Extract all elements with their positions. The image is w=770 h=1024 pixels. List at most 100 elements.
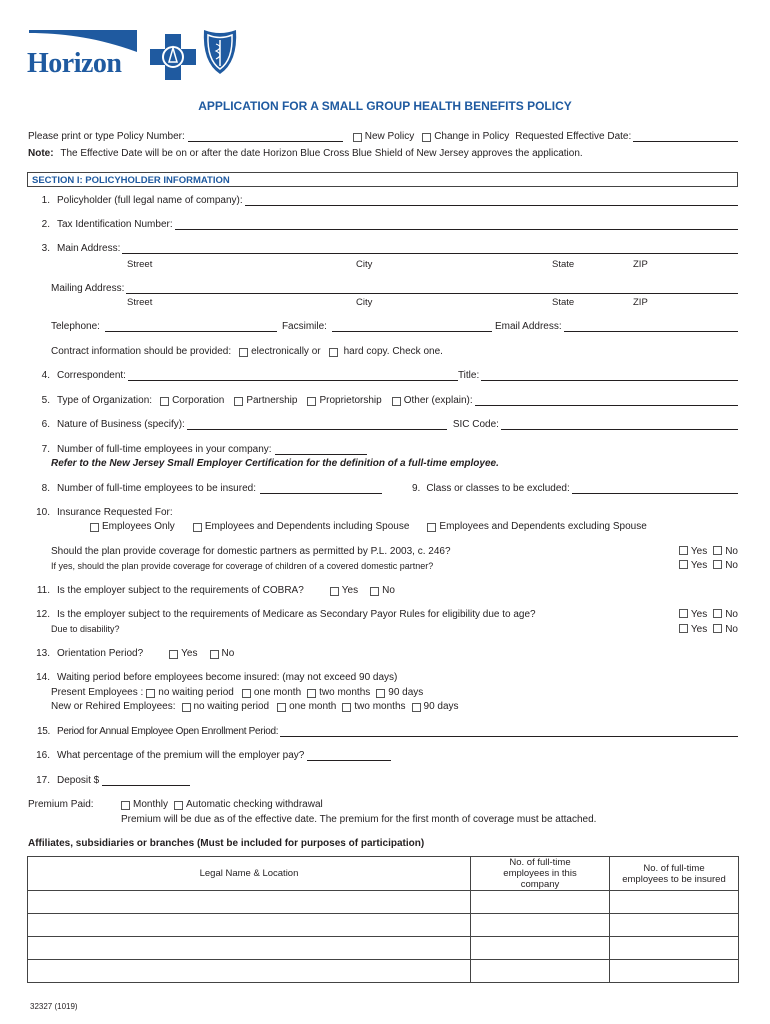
legal-name-cell[interactable] xyxy=(27,913,471,937)
new-label: New or Rehired Employees: xyxy=(51,701,176,712)
email-field[interactable] xyxy=(563,322,738,332)
sic-code-field[interactable] xyxy=(500,420,738,430)
dpc-no-checkbox[interactable] xyxy=(713,560,723,569)
dpc-yes-checkbox[interactable] xyxy=(678,560,688,569)
fax-field[interactable] xyxy=(331,322,492,332)
deposit-field[interactable] xyxy=(102,776,191,786)
title-field[interactable] xyxy=(481,371,738,381)
mailing-label: Mailing Address: xyxy=(51,283,125,294)
present-employees-row: Present Employees : no waiting period on… xyxy=(51,687,770,698)
affiliates-table: Legal Name & Location No. of full-time e… xyxy=(27,856,739,983)
policyholder-field[interactable] xyxy=(244,196,738,206)
telephone-label: Telephone: xyxy=(51,321,100,332)
telephone-field[interactable] xyxy=(104,322,277,332)
nature-business-field[interactable] xyxy=(186,420,447,430)
employees-insured-field[interactable] xyxy=(259,484,382,494)
employees-insured-cell[interactable] xyxy=(609,959,739,983)
premium-row: Premium Paid: Monthly Automatic checking… xyxy=(28,799,770,810)
present-90-days-checkbox[interactable] xyxy=(376,689,386,698)
option-label: 90 days xyxy=(423,701,459,712)
yes-label: Yes xyxy=(690,609,708,620)
employees-insured-cell[interactable] xyxy=(609,890,739,914)
correspondent-field[interactable] xyxy=(127,371,458,381)
note-line: Note: The Effective Date will be on or a… xyxy=(28,148,583,159)
table-row xyxy=(27,936,739,960)
new-policy-checkbox[interactable] xyxy=(352,133,362,142)
contract-label: Contract information should be provided: xyxy=(51,346,232,357)
present-none-checkbox[interactable] xyxy=(146,689,156,698)
cobra-yes-checkbox[interactable] xyxy=(329,587,339,596)
open-enrollment-field[interactable] xyxy=(280,727,738,737)
premium-note: Premium will be due as of the effective … xyxy=(121,814,597,825)
disability-no-checkbox[interactable] xyxy=(713,624,723,633)
new-two-months-checkbox[interactable] xyxy=(342,703,352,712)
disability-yes-checkbox[interactable] xyxy=(678,624,688,633)
age-no-checkbox[interactable] xyxy=(713,609,723,618)
employees-company-cell[interactable] xyxy=(470,890,610,914)
excluded-classes-field[interactable] xyxy=(571,484,738,494)
present-one-month-checkbox[interactable] xyxy=(241,689,251,698)
incl-spouse-label: Employees and Dependents including Spous… xyxy=(204,521,410,532)
fulltime-employees-field[interactable] xyxy=(274,445,367,455)
hardcopy-checkbox[interactable] xyxy=(328,348,338,357)
employees-company-cell[interactable] xyxy=(470,959,610,983)
new-employees-row: New or Rehired Employees: no waiting per… xyxy=(51,701,770,712)
incl-spouse-checkbox[interactable] xyxy=(192,523,202,532)
q2-label: Tax Identification Number: xyxy=(57,219,173,230)
zip-caption: ZIP xyxy=(633,259,648,270)
employees-company-cell[interactable] xyxy=(470,936,610,960)
horizon-logo: Horizon xyxy=(27,30,139,79)
option-label: 90 days xyxy=(388,687,424,698)
employees-insured-cell[interactable] xyxy=(609,936,739,960)
brand-name: Horizon xyxy=(27,48,122,79)
age-yes-checkbox[interactable] xyxy=(678,609,688,618)
legal-name-cell[interactable] xyxy=(27,936,471,960)
change-policy-checkbox[interactable] xyxy=(422,133,432,142)
main-address-field[interactable] xyxy=(122,244,738,254)
legal-name-cell[interactable] xyxy=(27,959,471,983)
proprietorship-checkbox[interactable] xyxy=(307,397,317,406)
employees-company-cell[interactable] xyxy=(470,913,610,937)
dp-children-yes-no: Yes No xyxy=(678,560,738,571)
cobra-no-checkbox[interactable] xyxy=(370,587,380,596)
table-row xyxy=(27,959,739,983)
new-90-days-checkbox[interactable] xyxy=(411,703,421,712)
orientation-no-checkbox[interactable] xyxy=(209,650,219,659)
monthly-checkbox[interactable] xyxy=(121,801,130,810)
q4-row: 4. Correspondent: Title: xyxy=(28,370,738,381)
mailing-address-field[interactable] xyxy=(126,284,738,294)
blue-cross-icon xyxy=(150,34,196,80)
q9-num: 9. xyxy=(411,483,421,494)
contract-row: Contract information should be provided:… xyxy=(51,346,770,357)
excl-spouse-checkbox[interactable] xyxy=(427,523,437,532)
legal-name-cell[interactable] xyxy=(27,890,471,914)
dp-children-question: If yes, should the plan provide coverage… xyxy=(51,561,434,571)
q13-num: 13. xyxy=(36,648,50,659)
q4-num: 4. xyxy=(41,370,50,381)
electronic-checkbox[interactable] xyxy=(239,348,249,357)
street-caption: Street xyxy=(127,259,153,270)
effective-date-field[interactable] xyxy=(633,132,738,142)
other-explain-field[interactable] xyxy=(474,396,738,406)
medicare-disability-yes-no: Yes No xyxy=(678,624,738,635)
employees-insured-cell[interactable] xyxy=(609,913,739,937)
q5-row: 5. Type of Organization: Corporation Part… xyxy=(28,395,738,406)
new-one-month-checkbox[interactable] xyxy=(277,703,287,712)
zip-caption: ZIP xyxy=(633,297,648,308)
auto-withdrawal-checkbox[interactable] xyxy=(174,801,184,810)
policy-number-field[interactable] xyxy=(187,132,343,142)
new-none-checkbox[interactable] xyxy=(181,703,191,712)
employer-percentage-field[interactable] xyxy=(307,751,392,761)
present-two-months-checkbox[interactable] xyxy=(307,689,317,698)
employees-only-checkbox[interactable] xyxy=(90,523,99,532)
tax-id-field[interactable] xyxy=(174,220,738,230)
dp-no-checkbox[interactable] xyxy=(713,546,723,555)
dp-yes-checkbox[interactable] xyxy=(678,546,688,555)
orientation-yes-checkbox[interactable] xyxy=(169,650,179,659)
corporation-checkbox[interactable] xyxy=(160,397,170,406)
partnership-checkbox[interactable] xyxy=(234,397,244,406)
q14-row: 14. Waiting period before employees becom… xyxy=(28,672,770,683)
col-legal-name: Legal Name & Location xyxy=(27,856,471,891)
q7-row: 7. Number of full-time employees in your … xyxy=(28,444,770,455)
other-checkbox[interactable] xyxy=(391,397,401,406)
